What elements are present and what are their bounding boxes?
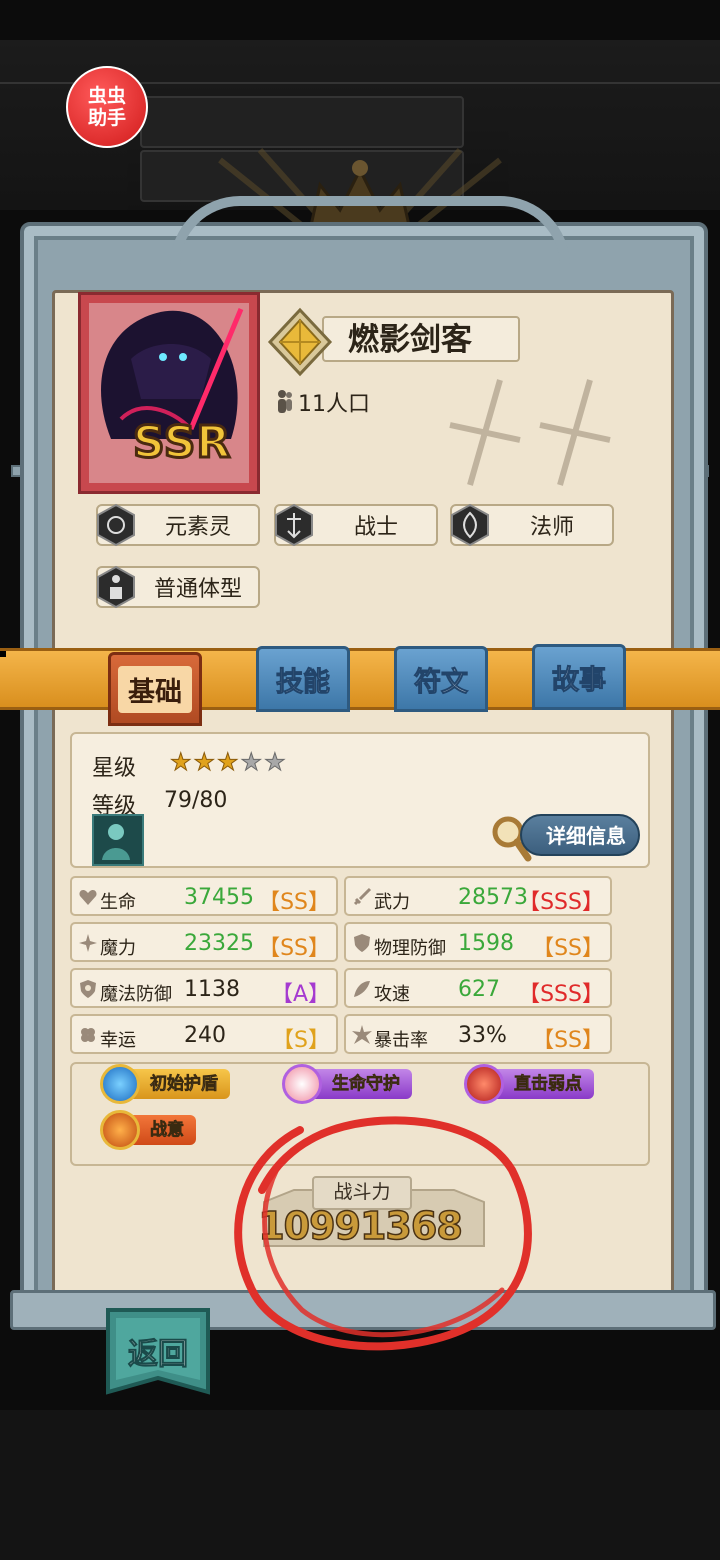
- stat-name: 武力: [374, 892, 410, 913]
- stat-value: 33%: [458, 1023, 507, 1048]
- basic-info-box: 星级 ★ ★ ★ ★ ★ 等级 79/80 详细信息: [70, 732, 650, 868]
- tag-label: 普通体型: [153, 577, 242, 602]
- stat-attack: 武力 28573 【SSS】: [344, 876, 612, 916]
- stat-physical-defense: 物理防御 1598 【SS】: [344, 922, 612, 962]
- rarity-label: SSR: [131, 416, 232, 470]
- stat-value: 1598: [458, 931, 514, 956]
- skill-label: 战意: [132, 1115, 196, 1145]
- tag-body-type: 普通体型: [94, 565, 260, 609]
- stat-name: 魔法防御: [100, 984, 172, 1005]
- tab-story[interactable]: 故事: [532, 644, 626, 710]
- stat-grade: 【SSS】: [518, 982, 604, 1007]
- stat-grade: 【SSS】: [518, 890, 604, 915]
- warrior-icon: [272, 503, 316, 547]
- star-empty-icon: ★: [240, 748, 263, 777]
- sword-icon: [353, 887, 372, 906]
- stat-value: 1138: [184, 977, 240, 1002]
- back-button[interactable]: 返回: [102, 1306, 214, 1396]
- detail-info-button[interactable]: 详细信息: [520, 814, 640, 856]
- tab-runes-label: 符文: [414, 666, 469, 698]
- skill-initial-shield[interactable]: 初始护盾: [100, 1064, 230, 1104]
- assistant-badge-line1: 虫虫: [87, 85, 126, 107]
- tab-skills[interactable]: 技能: [256, 646, 350, 712]
- burst-icon: [352, 1025, 372, 1044]
- hero-portrait: SSR: [78, 292, 260, 494]
- skill-label: 直击弱点: [496, 1069, 594, 1099]
- star-rating: ★ ★ ★ ★ ★: [170, 748, 287, 777]
- star-filled-icon: ★: [193, 748, 216, 777]
- tab-story-label: 故事: [552, 664, 607, 696]
- tab-basic[interactable]: 基础: [108, 652, 202, 726]
- star-filled-icon: ★: [217, 748, 239, 777]
- assistant-badge[interactable]: 虫虫 助手: [66, 66, 148, 148]
- stat-grade: 【SS】: [532, 936, 604, 961]
- background-bottom-bar: [0, 1410, 720, 1560]
- wing-icon: [354, 981, 370, 997]
- stat-value: 23325: [184, 931, 254, 956]
- star-filled-icon: ★: [170, 748, 192, 777]
- level-value: 79/80: [164, 788, 228, 813]
- rank-emblem-icon: [267, 307, 333, 377]
- tag-element-spirit: 元素灵: [94, 503, 260, 547]
- stat-grade: 【SS】: [532, 1028, 604, 1053]
- stat-value: 627: [458, 977, 500, 1002]
- stat-crit-rate: 暴击率 33% 【SS】: [344, 1014, 612, 1054]
- tag-mage: 法师: [448, 503, 614, 547]
- stat-grade: 【S】: [272, 1028, 330, 1053]
- star-label: 星级: [92, 756, 137, 781]
- tab-runes[interactable]: 符文: [394, 646, 488, 712]
- tag-warrior: 战士: [272, 503, 438, 547]
- life-orb-icon: [282, 1064, 322, 1104]
- shield-orb-icon: [100, 1064, 140, 1104]
- tab-basic-label: 基础: [118, 665, 192, 713]
- tag-label: 法师: [529, 515, 574, 540]
- stat-luck: 幸运 240 【S】: [70, 1014, 338, 1054]
- stat-magic-defense: 魔法防御 1138 【A】: [70, 968, 338, 1008]
- stat-name: 物理防御: [374, 938, 446, 959]
- back-button-label: 返回: [128, 1337, 189, 1373]
- stat-attack-speed: 攻速 627 【SSS】: [344, 968, 612, 1008]
- stat-name: 幸运: [100, 1030, 136, 1051]
- stat-name: 魔力: [100, 938, 136, 959]
- frame-arch: [170, 196, 570, 266]
- skill-fighting-spirit[interactable]: 战意: [100, 1110, 196, 1150]
- skill-label: 生命守护: [314, 1069, 412, 1099]
- soul-icon[interactable]: [92, 814, 144, 866]
- mage-icon: [448, 503, 492, 547]
- tag-label: 战士: [353, 515, 398, 540]
- stat-name: 攻速: [374, 984, 410, 1005]
- power-value: 10991368: [257, 1203, 463, 1249]
- assistant-badge-line2: 助手: [87, 107, 126, 129]
- shield-icon: [354, 934, 370, 952]
- hero-name: 燃影剑客: [322, 316, 520, 362]
- stat-value: 37455: [184, 885, 254, 910]
- element-spirit-icon: [94, 503, 138, 547]
- skill-life-guard[interactable]: 生命守护: [282, 1064, 412, 1104]
- heart-icon: [79, 889, 97, 905]
- stat-value: 240: [184, 1023, 226, 1048]
- clover-icon: [81, 1028, 95, 1042]
- population: 11人口: [276, 386, 370, 418]
- skill-label: 初始护盾: [132, 1069, 230, 1099]
- body-type-icon: [94, 565, 138, 609]
- skill-direct-weakness[interactable]: 直击弱点: [464, 1064, 594, 1104]
- stat-hp: 生命 37455 【SS】: [70, 876, 338, 916]
- tab-skills-label: 技能: [276, 666, 331, 698]
- spirit-orb-icon: [100, 1110, 140, 1150]
- star-empty-icon: ★: [264, 748, 286, 777]
- stat-grade: 【A】: [270, 982, 330, 1007]
- magic-shield-icon: [80, 980, 96, 998]
- stat-name: 生命: [100, 892, 136, 913]
- stat-magic: 魔力 23325 【SS】: [70, 922, 338, 962]
- crossed-swords-decoration-icon: [449, 379, 611, 486]
- population-value: 11人口: [298, 392, 370, 417]
- stat-grade: 【SS】: [258, 936, 330, 961]
- sparkle-icon: [79, 934, 97, 952]
- weakness-orb-icon: [464, 1064, 504, 1104]
- stat-grade: 【SS】: [258, 890, 330, 915]
- population-icon: [278, 390, 292, 413]
- stat-name: 暴击率: [374, 1030, 428, 1051]
- tag-label: 元素灵: [164, 515, 231, 540]
